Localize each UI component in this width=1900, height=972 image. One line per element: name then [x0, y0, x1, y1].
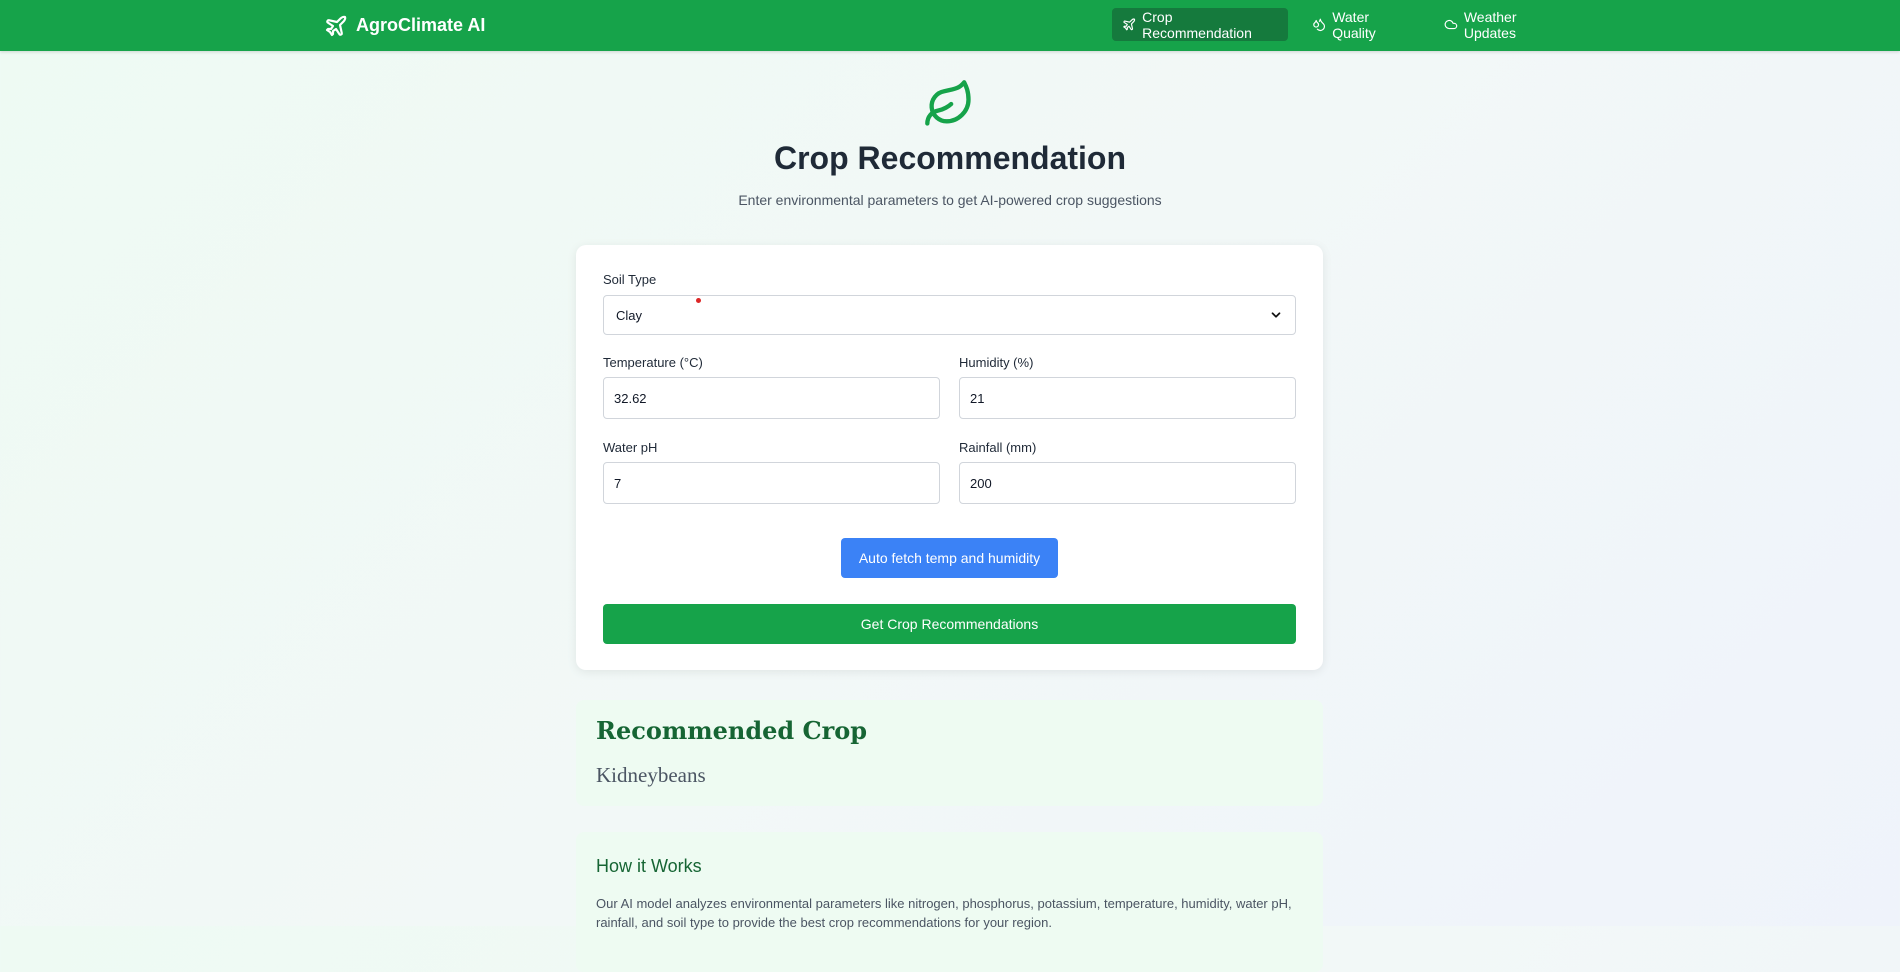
- nav-crop-recommendation[interactable]: Crop Recommendation: [1112, 8, 1288, 41]
- plane-icon: [1123, 18, 1136, 31]
- brand-name: AgroClimate AI: [356, 15, 486, 35]
- top-navbar: AgroClimate AI Crop Recommendation Water…: [0, 0, 1900, 51]
- result-title: Recommended Crop: [596, 716, 868, 745]
- rainfall-input[interactable]: [959, 462, 1296, 504]
- how-it-works-text: Our AI model analyzes environmental para…: [596, 896, 1292, 930]
- auto-fetch-button[interactable]: Auto fetch temp and humidity: [841, 538, 1058, 578]
- humidity-label: Humidity (%): [959, 355, 1034, 370]
- nav-label: Water Quality: [1332, 8, 1376, 41]
- page-title: Crop Recommendation: [773, 140, 1127, 176]
- how-it-works-title: How it Works: [596, 856, 702, 876]
- soil-type-value: Clay: [616, 307, 643, 323]
- rainfall-label: Rainfall (mm): [959, 440, 1037, 455]
- plane-icon: [325, 15, 347, 36]
- get-recommendations-button[interactable]: Get Crop Recommendations: [603, 604, 1296, 644]
- nav-label: Crop Recommendation: [1142, 8, 1252, 41]
- page-subtitle: Enter environmental parameters to get AI…: [738, 192, 1162, 208]
- nav-weather-updates[interactable]: Weather Updates: [1434, 8, 1574, 41]
- water-ph-input[interactable]: [603, 462, 940, 504]
- chevron-down-icon: [1271, 312, 1281, 318]
- brand-logo[interactable]: AgroClimate AI: [324, 12, 485, 39]
- nav-label: Weather Updates: [1463, 8, 1517, 41]
- water-ph-label: Water pH: [603, 440, 658, 455]
- recommended-crop: Kidneybeans: [596, 763, 706, 787]
- how-it-works-card: How it Works Our AI model analyzes envir…: [576, 832, 1323, 972]
- cursor-indicator: [696, 298, 701, 303]
- temperature-input[interactable]: [603, 377, 940, 419]
- humidity-input[interactable]: [959, 377, 1296, 419]
- droplets-icon: [1313, 18, 1326, 32]
- soil-type-select[interactable]: Clay: [603, 295, 1296, 335]
- cloud-icon: [1444, 19, 1458, 30]
- result-card: Recommended Crop Kidneybeans: [576, 700, 1323, 806]
- crop-form-card: Soil Type Clay Temperature (°C) Humidity…: [576, 245, 1323, 670]
- nav-water-quality[interactable]: Water Quality: [1302, 8, 1422, 41]
- temperature-label: Temperature (°C): [603, 355, 703, 370]
- leaf-icon: [925, 80, 971, 126]
- soil-type-label: Soil Type: [603, 272, 657, 287]
